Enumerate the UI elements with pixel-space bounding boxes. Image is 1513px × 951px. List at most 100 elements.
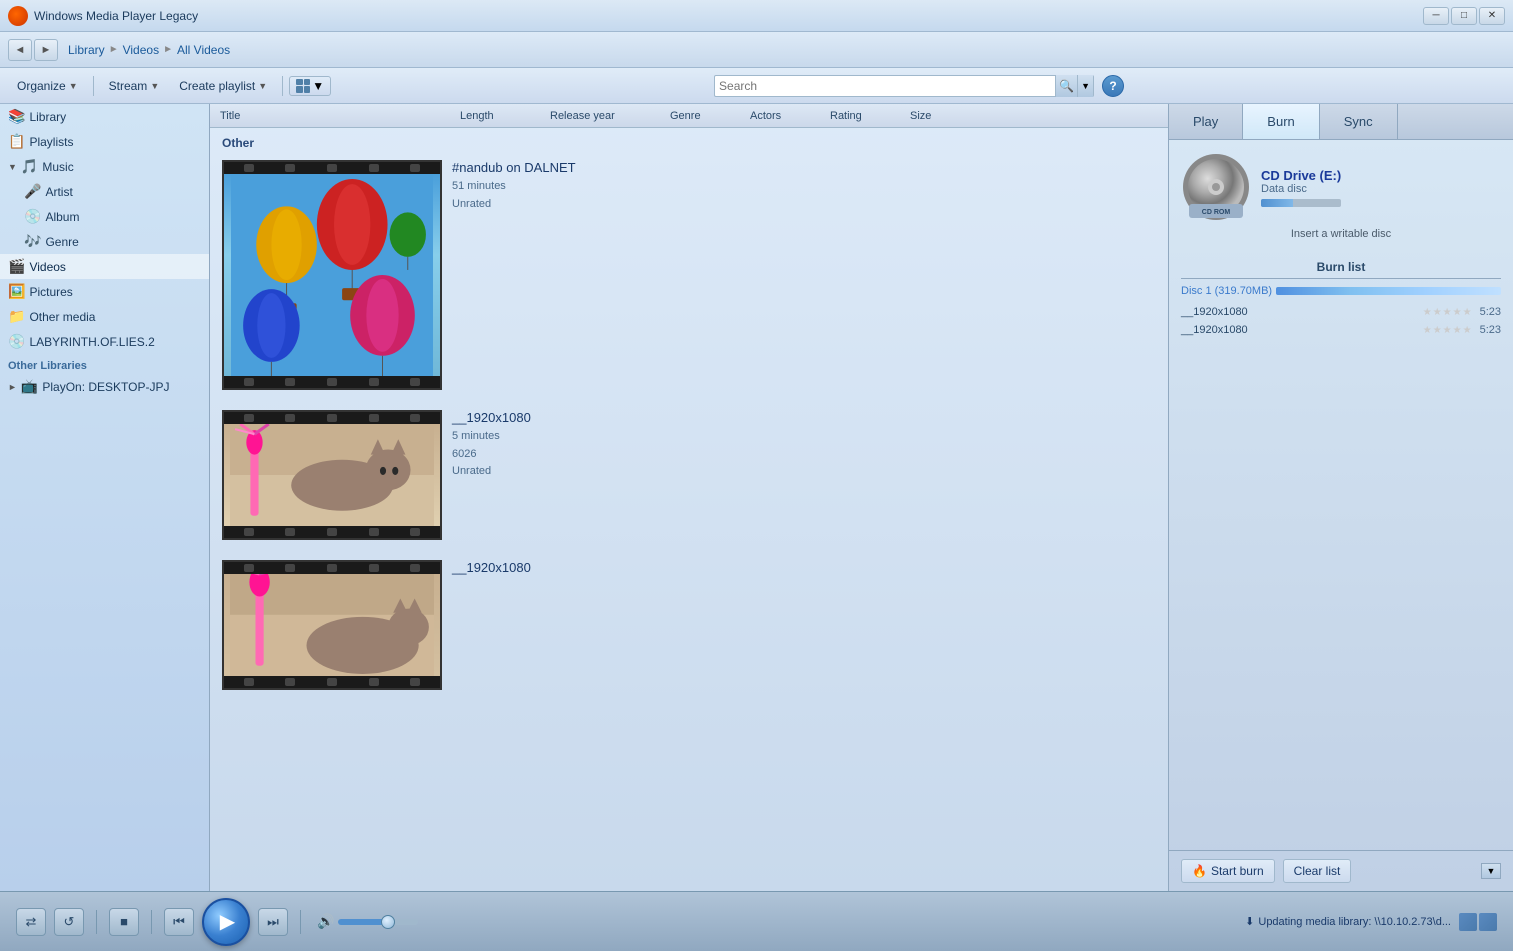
tab-burn[interactable]: Burn: [1243, 104, 1319, 139]
tab-play[interactable]: Play: [1169, 104, 1243, 139]
burn-item-2[interactable]: __1920x1080 ★ ★ ★ ★ ★ 5:23: [1181, 321, 1501, 339]
sidebar-item-labyrinth[interactable]: 💿 LABYRINTH.OF.LIES.2: [0, 329, 209, 354]
film-strip-3: [222, 560, 442, 690]
breadcrumb: Library ► Videos ► All Videos: [68, 43, 230, 57]
film-image-balloons: [224, 174, 440, 376]
sidebar-item-artist[interactable]: 🎤 Artist: [16, 179, 209, 204]
tile-btn-2[interactable]: [1479, 913, 1497, 931]
tile-toggle[interactable]: [1459, 913, 1497, 931]
next-button[interactable]: ⏭: [258, 908, 288, 936]
sidebar-item-other-media[interactable]: 📁 Other media: [0, 304, 209, 329]
burn-list-title: Burn list: [1181, 260, 1501, 279]
sidebar-item-playlists[interactable]: 📋 Playlists: [0, 129, 209, 154]
sidebar-item-music[interactable]: ▼ 🎵 Music: [0, 154, 209, 179]
search-dropdown-button[interactable]: ▼: [1077, 75, 1093, 97]
film-hole: [369, 564, 379, 572]
film-image-cat: [224, 424, 440, 526]
create-playlist-button[interactable]: Create playlist ▼: [170, 75, 276, 97]
sidebar-label-artist: Artist: [45, 185, 72, 199]
stop-button[interactable]: ■: [109, 908, 139, 936]
col-header-size[interactable]: Size: [904, 110, 1164, 122]
film-hole: [410, 414, 420, 422]
search-area: 🔍 ▼ ?: [333, 75, 1505, 97]
burn-item-name-1: __1920x1080: [1181, 306, 1423, 318]
breadcrumb-sep-2: ►: [163, 44, 173, 55]
layout-cell-4: [304, 86, 311, 93]
layout-button[interactable]: ▼: [289, 76, 331, 96]
sidebar-item-genre[interactable]: 🎶 Genre: [16, 229, 209, 254]
help-button[interactable]: ?: [1102, 75, 1124, 97]
video-item-2[interactable]: __1920x1080 5 minutes 6026 Unrated: [210, 404, 1168, 546]
playon-expand-icon: ►: [8, 382, 17, 392]
stream-button[interactable]: Stream ▼: [100, 75, 169, 97]
video-title-3: __1920x1080: [452, 560, 1156, 575]
col-header-genre[interactable]: Genre: [664, 110, 744, 122]
volume-slider[interactable]: [338, 919, 418, 925]
close-button[interactable]: ✕: [1479, 7, 1505, 25]
burn-item-1[interactable]: __1920x1080 ★ ★ ★ ★ ★ 5:23: [1181, 303, 1501, 321]
film-hole: [410, 678, 420, 686]
burn-options-icon[interactable]: ▼: [1481, 859, 1501, 883]
breadcrumb-library[interactable]: Library: [68, 43, 105, 57]
repeat-button[interactable]: ↺: [54, 908, 84, 936]
breadcrumb-sep-1: ►: [109, 44, 119, 55]
forward-button[interactable]: ►: [34, 39, 58, 61]
col-header-rating[interactable]: Rating: [824, 110, 904, 122]
maximize-button[interactable]: □: [1451, 7, 1477, 25]
clear-list-button[interactable]: Clear list: [1283, 859, 1352, 883]
toolbar: Organize ▼ Stream ▼ Create playlist ▼ ▼ …: [0, 68, 1513, 104]
film-holes-top-1: [224, 162, 440, 174]
start-burn-button[interactable]: 🔥 Start burn: [1181, 859, 1275, 883]
breadcrumb-all-videos[interactable]: All Videos: [177, 43, 230, 57]
star-3: ★: [1443, 307, 1452, 318]
search-button[interactable]: 🔍: [1055, 75, 1077, 97]
film-hole: [285, 678, 295, 686]
sidebar-label-videos: Videos: [29, 260, 65, 274]
col-header-length[interactable]: Length: [454, 110, 544, 122]
sidebar-item-videos[interactable]: 🎬 Videos: [0, 254, 209, 279]
film-hole: [285, 414, 295, 422]
music-group: 🎤 Artist 💿 Album 🎶 Genre: [0, 179, 209, 254]
tab-sync[interactable]: Sync: [1320, 104, 1398, 139]
status-message: Updating media library: \\10.10.2.73\d..…: [1258, 916, 1451, 928]
prev-button[interactable]: ⏮: [164, 908, 194, 936]
col-header-release-year[interactable]: Release year: [544, 110, 664, 122]
col-header-actors[interactable]: Actors: [744, 110, 824, 122]
film-hole: [244, 414, 254, 422]
sidebar-item-pictures[interactable]: 🖼️ Pictures: [0, 279, 209, 304]
sidebar-item-playon[interactable]: ► 📺 PlayOn: DESKTOP-JPJ: [0, 374, 209, 399]
film-hole: [244, 378, 254, 386]
video-rating-1: Unrated: [452, 198, 491, 210]
burn-actions-spacer: [1359, 859, 1473, 883]
breadcrumb-videos[interactable]: Videos: [123, 43, 159, 57]
organize-arrow-icon: ▼: [69, 81, 78, 91]
ctrl-sep-2: [151, 910, 152, 934]
shuffle-button[interactable]: ⇄: [16, 908, 46, 936]
volume-knob[interactable]: [381, 915, 395, 929]
video-item-1[interactable]: #nandub on DALNET 51 minutes Unrated: [210, 154, 1168, 396]
sidebar-item-album[interactable]: 💿 Album: [16, 204, 209, 229]
ctrl-sep-3: [300, 910, 301, 934]
film-holes-top-3: [224, 562, 440, 574]
video-item-3[interactable]: __1920x1080: [210, 554, 1168, 696]
playlists-icon: 📋: [8, 133, 25, 150]
search-input[interactable]: [715, 79, 1055, 93]
layout-cell-3: [296, 86, 303, 93]
film-hole: [285, 564, 295, 572]
organize-button[interactable]: Organize ▼: [8, 75, 87, 97]
burn-actions: 🔥 Start burn Clear list ▼: [1169, 850, 1513, 891]
tab-sync-label: Sync: [1344, 114, 1373, 129]
scroll-area[interactable]: Other: [210, 128, 1168, 891]
film-holes-bottom-2: [224, 526, 440, 538]
back-button[interactable]: ◄: [8, 39, 32, 61]
col-header-title[interactable]: Title: [214, 110, 454, 122]
clear-list-label: Clear list: [1294, 864, 1341, 878]
video-title-2: __1920x1080: [452, 410, 1156, 425]
pictures-icon: 🖼️: [8, 283, 25, 300]
sidebar-item-library[interactable]: 📚 Library: [0, 104, 209, 129]
tile-btn-1[interactable]: [1459, 913, 1477, 931]
film-hole: [369, 678, 379, 686]
play-button[interactable]: ▶: [202, 898, 250, 946]
minimize-button[interactable]: ─: [1423, 7, 1449, 25]
tab-play-label: Play: [1193, 114, 1218, 129]
